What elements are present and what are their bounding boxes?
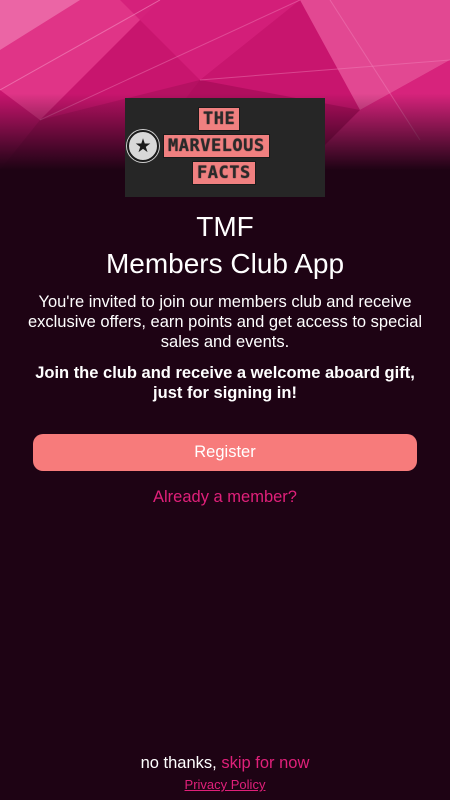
skip-line: no thanks, skip for now	[0, 754, 450, 773]
logo-word-marvelous: MARVELOUS	[163, 134, 270, 158]
logo-word-the: THE	[198, 107, 241, 131]
logo-word-facts: FACTS	[192, 161, 256, 185]
invite-description: You're invited to join our members club …	[27, 293, 423, 351]
star-badge-icon: ★	[127, 130, 159, 162]
welcome-gift-promo: Join the club and receive a welcome aboa…	[35, 364, 415, 402]
privacy-policy-link[interactable]: Privacy Policy	[0, 777, 450, 792]
page-title: TMF	[196, 211, 254, 242]
page-subtitle: Members Club App	[105, 248, 345, 279]
skip-for-now-link[interactable]: skip for now	[221, 754, 309, 772]
already-member-link[interactable]: Already a member?	[0, 488, 450, 507]
brand-logo: ★ THE MARVELOUS FACTS	[125, 98, 325, 197]
register-button[interactable]: Register	[33, 434, 417, 471]
skip-prefix-text: no thanks,	[140, 754, 217, 772]
